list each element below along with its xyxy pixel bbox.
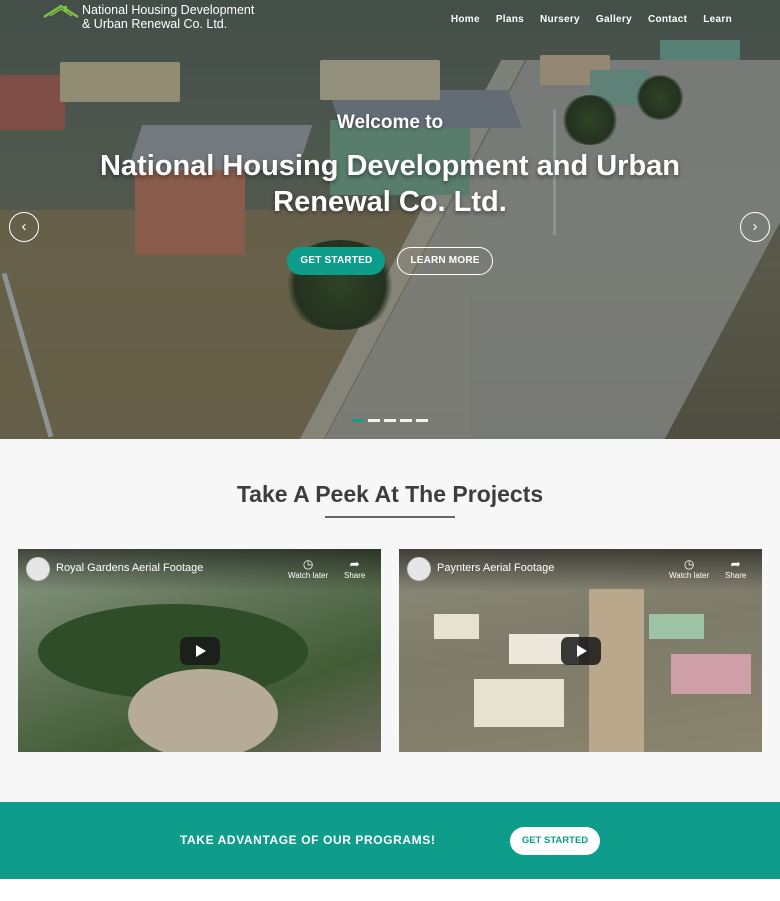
hero-learn-more-button[interactable]: LEARN MORE [397, 247, 493, 275]
house-roof-logo-icon [42, 3, 80, 27]
video-player-paynters[interactable]: Paynters Aerial Footage ◷ Watch later ➦ … [399, 549, 762, 752]
slide-indicator-3[interactable] [384, 419, 396, 422]
projects-heading: Take A Peek At The Projects [236, 481, 544, 507]
share-label: Share [344, 571, 366, 580]
channel-avatar[interactable] [26, 557, 50, 581]
site-name-line-2: & Urban Renewal Co. Ltd. [82, 17, 228, 31]
hero-title: National Housing Development and Urban R… [99, 150, 681, 218]
site-name: National Housing Development & Urban Ren… [82, 3, 254, 31]
share-label: Share [725, 571, 747, 580]
watch-later-label: Watch later [288, 571, 329, 580]
slide-indicator-2[interactable] [368, 419, 380, 422]
watch-later-button[interactable]: ◷ Watch later [669, 557, 709, 580]
play-icon[interactable] [561, 637, 601, 665]
hero-slider: National Housing Development & Urban Ren… [0, 0, 780, 439]
slide-indicator-1[interactable] [352, 419, 364, 422]
hero-caption: Welcome to National Housing Development … [0, 112, 780, 220]
video-player-royal-gardens[interactable]: Royal Gardens Aerial Footage ◷ Watch lat… [18, 549, 381, 752]
hero-welcome-text: Welcome to [336, 112, 444, 133]
watch-later-button[interactable]: ◷ Watch later [288, 557, 328, 580]
clock-icon: ◷ [302, 557, 314, 571]
slider-indicators [352, 419, 428, 422]
channel-avatar[interactable] [407, 557, 431, 581]
slide-indicator-5[interactable] [416, 419, 428, 422]
projects-section: Take A Peek At The Projects Royal Garden… [0, 439, 780, 802]
share-icon: ➦ [349, 557, 360, 571]
share-button[interactable]: ➦ Share [344, 557, 365, 580]
video-title[interactable]: Royal Gardens Aerial Footage [56, 562, 203, 574]
site-logo[interactable]: National Housing Development & Urban Ren… [42, 3, 254, 31]
site-name-line-1: National Housing Development [82, 3, 255, 17]
heading-divider [325, 516, 455, 518]
nav-item-home[interactable]: Home [451, 14, 480, 25]
nav-item-contact[interactable]: Contact [648, 14, 687, 25]
chevron-left-icon[interactable]: ‹ [9, 212, 39, 242]
nav-item-learn[interactable]: Learn [703, 14, 732, 25]
play-icon[interactable] [180, 637, 220, 665]
hero-get-started-button[interactable]: GET STARTED [287, 247, 386, 275]
share-button[interactable]: ➦ Share [725, 557, 746, 580]
chevron-right-icon[interactable]: › [740, 212, 770, 242]
cta-text: TAKE ADVANTAGE OF OUR PROGRAMS! [180, 833, 436, 847]
programs-cta-banner: TAKE ADVANTAGE OF OUR PROGRAMS! GET STAR… [0, 802, 780, 879]
nav-item-plans[interactable]: Plans [496, 14, 524, 25]
nav-item-gallery[interactable]: Gallery [596, 14, 632, 25]
cta-get-started-button[interactable]: GET STARTED [510, 827, 600, 855]
video-thumbnail [589, 589, 644, 752]
video-title[interactable]: Paynters Aerial Footage [437, 562, 554, 574]
nav-item-nursery[interactable]: Nursery [540, 14, 580, 25]
slide-indicator-4[interactable] [400, 419, 412, 422]
top-navigation: National Housing Development & Urban Ren… [0, 0, 780, 42]
hero-buttons: GET STARTED LEARN MORE [0, 247, 780, 275]
share-icon: ➦ [730, 557, 741, 571]
watch-later-label: Watch later [669, 571, 710, 580]
main-menu: Home Plans Nursery Gallery Contact Learn [451, 14, 732, 25]
clock-icon: ◷ [683, 557, 695, 571]
